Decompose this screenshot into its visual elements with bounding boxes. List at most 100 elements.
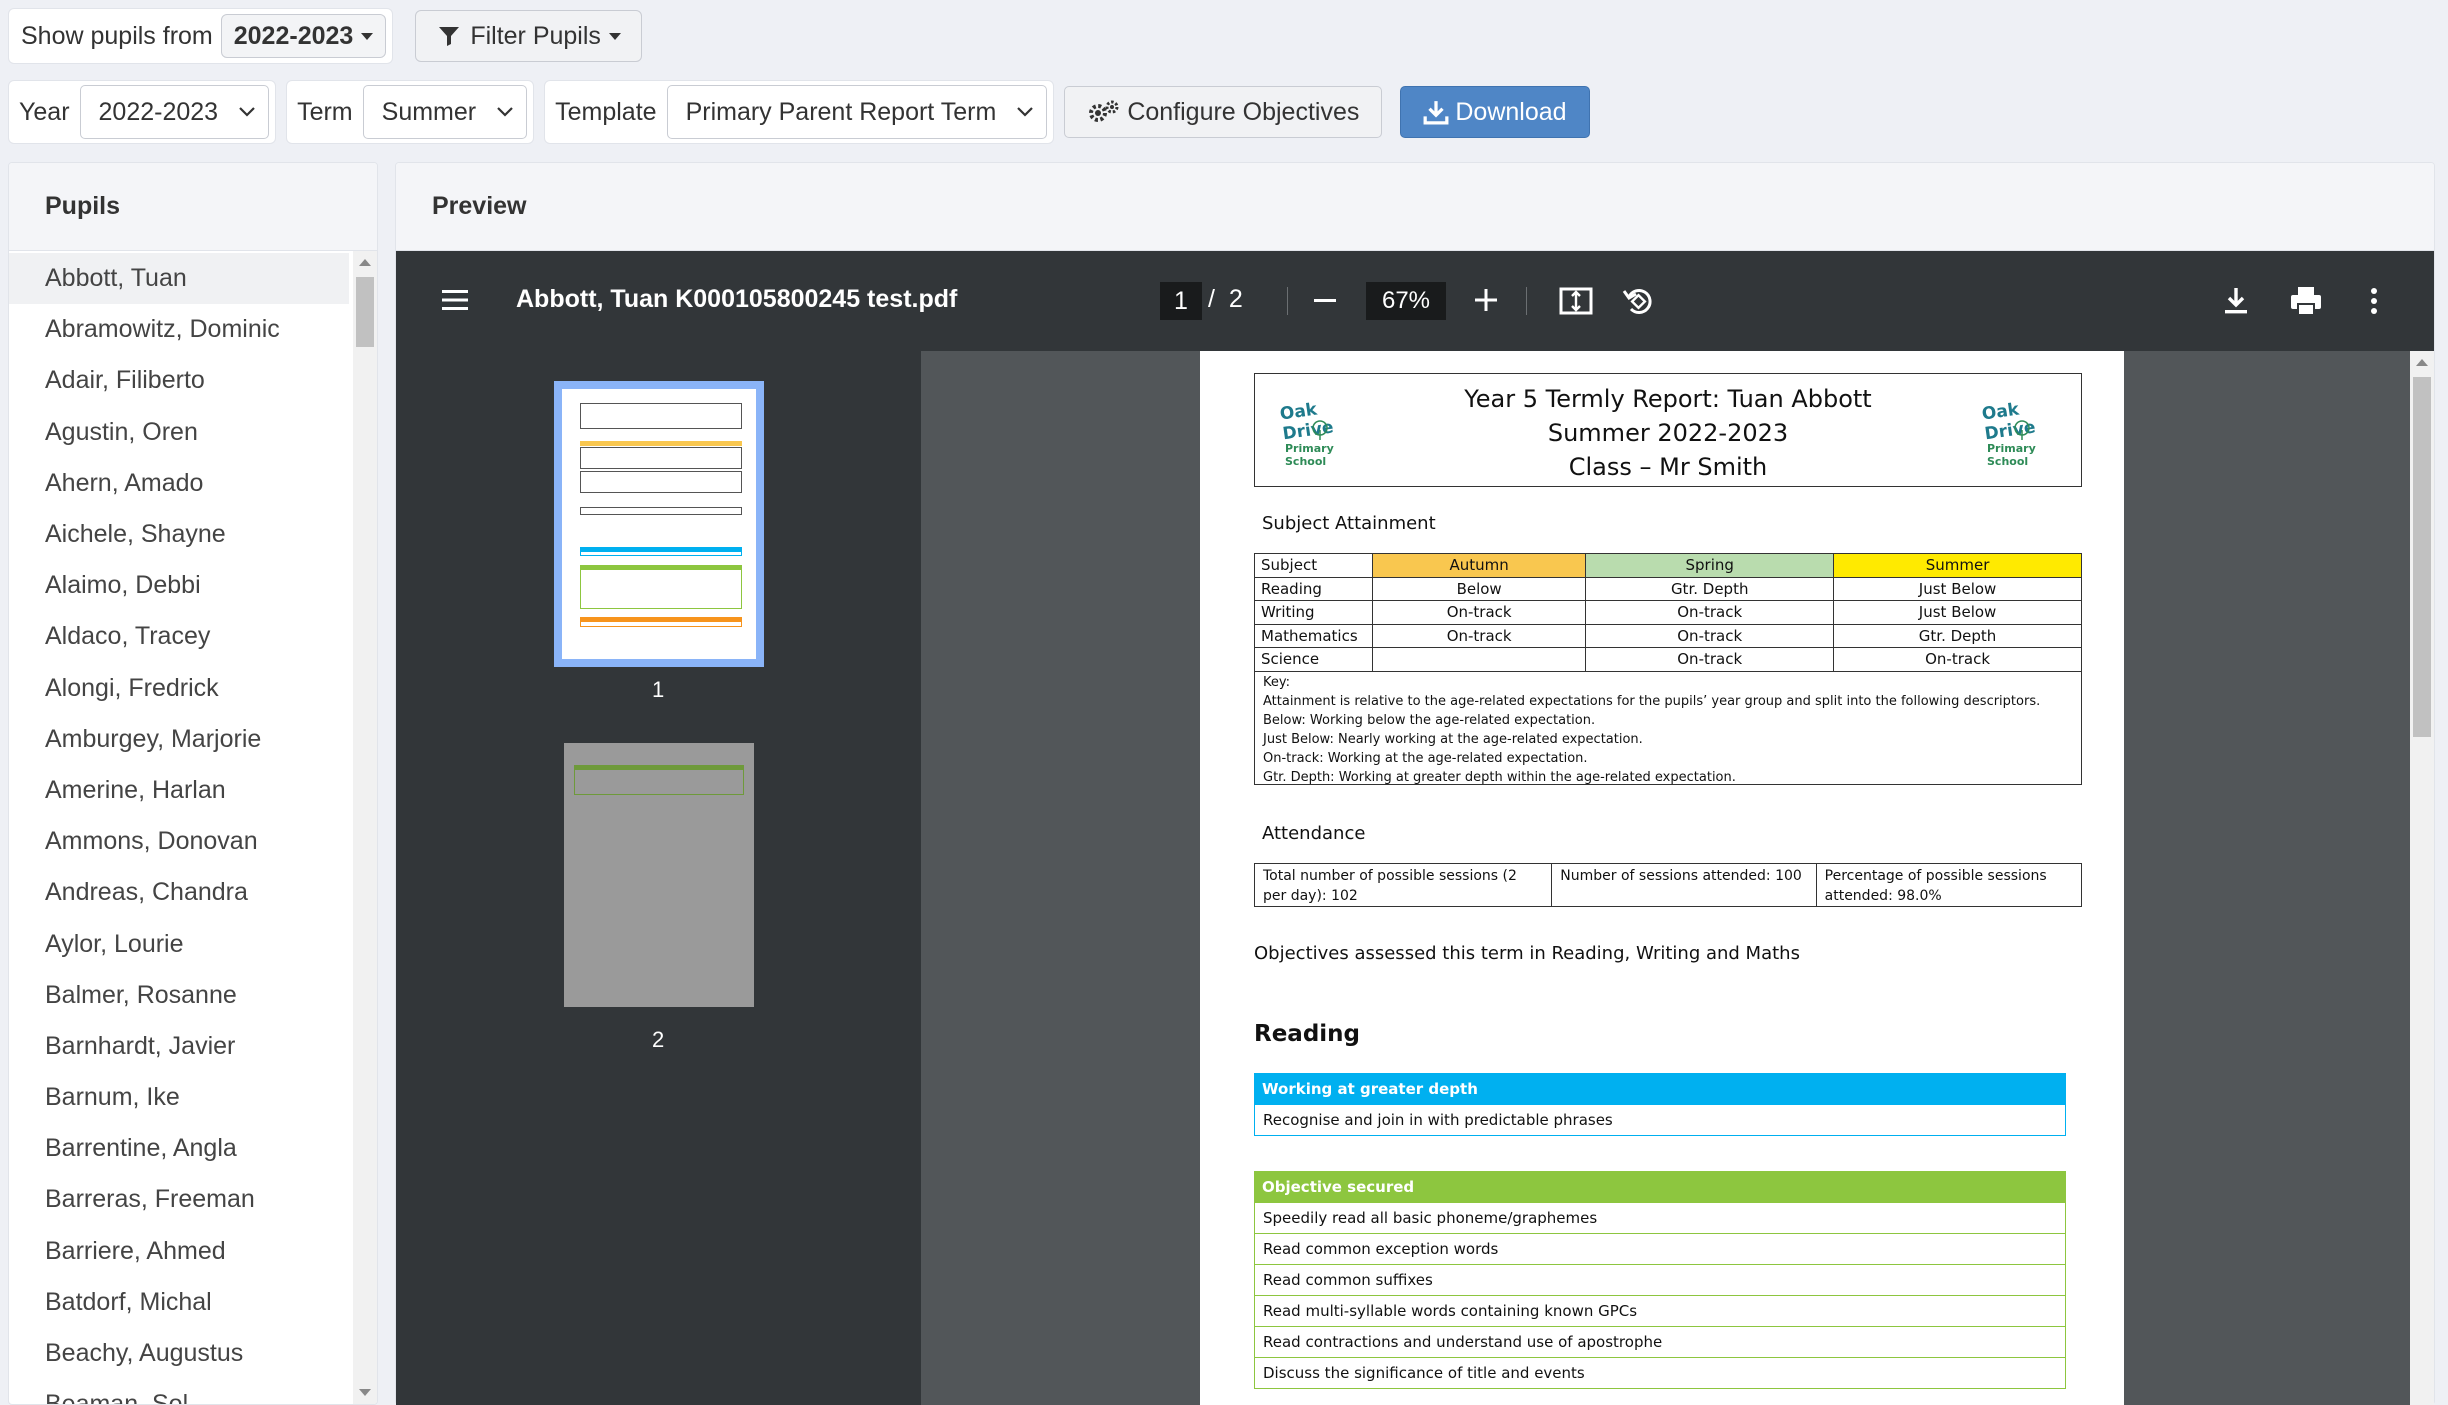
objective-item: Discuss the significance of title and ev… [1254, 1358, 2066, 1389]
show-pupils-label: Show pupils from [21, 21, 213, 50]
objective-item: Read contractions and understand use of … [1254, 1327, 2066, 1358]
pupil-list-item[interactable]: Agustin, Oren [9, 407, 349, 458]
template-label: Template [555, 97, 657, 126]
year-select[interactable]: 2022-2023 [79, 85, 270, 139]
print-icon[interactable] [2288, 283, 2324, 319]
pupil-list-item[interactable]: Aylor, Lourie [9, 918, 349, 969]
pupil-list-item[interactable]: Ammons, Donovan [9, 816, 349, 867]
attainment-cell: On-track [1371, 623, 1587, 648]
attainment-header-cell: Autumn [1371, 553, 1587, 578]
attainment-header-cell: Subject [1254, 553, 1373, 578]
menu-icon[interactable] [440, 285, 470, 315]
scroll-up-icon[interactable] [2416, 359, 2428, 366]
report-class-line: Class – Mr Smith [1568, 453, 1768, 481]
rotate-icon[interactable] [1620, 283, 1656, 319]
attainment-header-cell: Summer [1833, 553, 2082, 578]
filter-icon [439, 27, 460, 46]
term-label: Term [297, 97, 353, 126]
page-number-input[interactable]: 1 [1160, 282, 1202, 320]
scrollbar-thumb[interactable] [2413, 377, 2431, 737]
attainment-cell: On-track [1585, 600, 1835, 625]
document-scrollbar[interactable] [2410, 351, 2434, 1405]
report-options-bar: Year 2022-2023 Term Summer Template Prim… [8, 80, 1590, 144]
pupils-heading: Pupils [9, 163, 377, 251]
configure-objectives-button[interactable]: Configure Objectives [1064, 86, 1383, 138]
year-select-value: 2022-2023 [98, 97, 219, 126]
attainment-cell: Writing [1254, 600, 1373, 625]
pupil-list-item[interactable]: Balmer, Rosanne [9, 970, 349, 1021]
template-select-value: Primary Parent Report Term [685, 97, 997, 126]
pupil-list-item[interactable]: Barrentine, Angla [9, 1123, 349, 1174]
pdf-filename: Abbott, Tuan K000105800245 test.pdf [516, 285, 958, 313]
viewer-download-icon[interactable] [2218, 283, 2254, 319]
pupil-list-item[interactable]: Ahern, Amado [9, 458, 349, 509]
pupil-list-item[interactable]: Barreras, Freeman [9, 1174, 349, 1225]
page-thumbnail-2[interactable] [564, 743, 754, 1007]
pupil-list-item[interactable]: Andreas, Chandra [9, 867, 349, 918]
toolbar-divider [1287, 287, 1288, 315]
zoom-in-icon[interactable] [1474, 288, 1498, 312]
attainment-cell: On-track [1585, 647, 1835, 672]
pupil-list-item[interactable]: Amerine, Harlan [9, 765, 349, 816]
secured-header: Objective secured [1254, 1171, 2066, 1203]
attainment-cell: On-track [1585, 623, 1835, 648]
scroll-up-icon[interactable] [359, 259, 371, 266]
scroll-down-icon[interactable] [359, 1389, 371, 1396]
attainment-cell: Just Below [1833, 600, 2082, 625]
more-icon[interactable] [2356, 283, 2392, 319]
report-title: Year 5 Termly Report: Tuan Abbott Summer… [1255, 382, 2081, 484]
attainment-cell: On-track [1371, 600, 1587, 625]
pupil-list-item[interactable]: Adair, Filiberto [9, 355, 349, 406]
pupil-list-item[interactable]: Abbott, Tuan [9, 253, 349, 305]
pupil-list-item[interactable]: Aichele, Shayne [9, 509, 349, 560]
pupil-list-item[interactable]: Abramowitz, Dominic [9, 304, 349, 355]
zoom-input[interactable]: 67% [1366, 282, 1446, 320]
attainment-cell: Science [1254, 647, 1373, 672]
download-button[interactable]: Download [1400, 86, 1590, 138]
attainment-row: Science On-track On-track [1254, 647, 2082, 672]
term-select[interactable]: Summer [362, 85, 528, 139]
pupil-list-item[interactable]: Alaimo, Debbi [9, 560, 349, 611]
key-line: On-track: Working at the age-related exp… [1263, 751, 1588, 766]
attainment-cell [1371, 647, 1587, 672]
preview-heading: Preview [396, 163, 2434, 251]
show-pupils-group: Show pupils from 2022-2023 [8, 8, 394, 64]
report-term-line: Summer 2022-2023 [1547, 419, 1789, 447]
pupil-list-item[interactable]: Beaman, Sol [9, 1379, 349, 1404]
pupil-list-item[interactable]: Barnum, Ike [9, 1072, 349, 1123]
filter-pupils-label: Filter Pupils [470, 21, 601, 50]
zoom-out-icon[interactable] [1314, 299, 1336, 302]
attainment-header-row: Subject Autumn Spring Summer [1254, 553, 2082, 578]
caret-down-icon [361, 32, 374, 40]
pupil-list-scrollbar[interactable] [353, 251, 377, 1404]
pupil-list-item[interactable]: Barriere, Ahmed [9, 1226, 349, 1277]
school-logo-right: Oak Drive Primary School [1967, 388, 2077, 468]
attainment-header-cell: Spring [1585, 553, 1835, 578]
pupil-list-item[interactable]: Aldaco, Tracey [9, 611, 349, 662]
show-pupils-year-dropdown[interactable]: 2022-2023 [220, 14, 387, 58]
key-line: Just Below: Nearly working at the age-re… [1263, 732, 1643, 747]
greater-depth-header: Working at greater depth [1254, 1073, 2066, 1105]
pupil-filter-bar: Show pupils from 2022-2023 Filter Pupils [8, 8, 642, 64]
chevron-down-icon [239, 107, 255, 117]
attainment-row: Mathematics On-track On-track Gtr. Depth [1254, 623, 2082, 648]
page-count: / 2 [1208, 285, 1243, 314]
scrollbar-thumb[interactable] [356, 277, 374, 347]
download-icon [1423, 101, 1449, 125]
pupil-list-item[interactable]: Batdorf, Michal [9, 1277, 349, 1328]
fit-page-icon[interactable] [1558, 283, 1594, 319]
page-separator: / [1208, 285, 1215, 313]
attainment-row: Reading Below Gtr. Depth Just Below [1254, 576, 2082, 601]
caret-down-icon [608, 32, 621, 40]
configure-objectives-label: Configure Objectives [1127, 97, 1360, 126]
thumbnail-sidebar: 1 2 [396, 351, 921, 1405]
report-document: Oak Drive Primary School Year 5 Termly R… [1200, 351, 2124, 1405]
pupil-list-item[interactable]: Amburgey, Marjorie [9, 714, 349, 765]
attainment-cell: Reading [1254, 576, 1373, 601]
pupil-list-item[interactable]: Barnhardt, Javier [9, 1021, 349, 1072]
pupil-list-item[interactable]: Alongi, Fredrick [9, 663, 349, 714]
template-select[interactable]: Primary Parent Report Term [666, 85, 1048, 139]
filter-pupils-button[interactable]: Filter Pupils [415, 10, 642, 62]
page-thumbnail-1[interactable] [554, 381, 764, 667]
pupil-list-item[interactable]: Beachy, Augustus [9, 1328, 349, 1379]
